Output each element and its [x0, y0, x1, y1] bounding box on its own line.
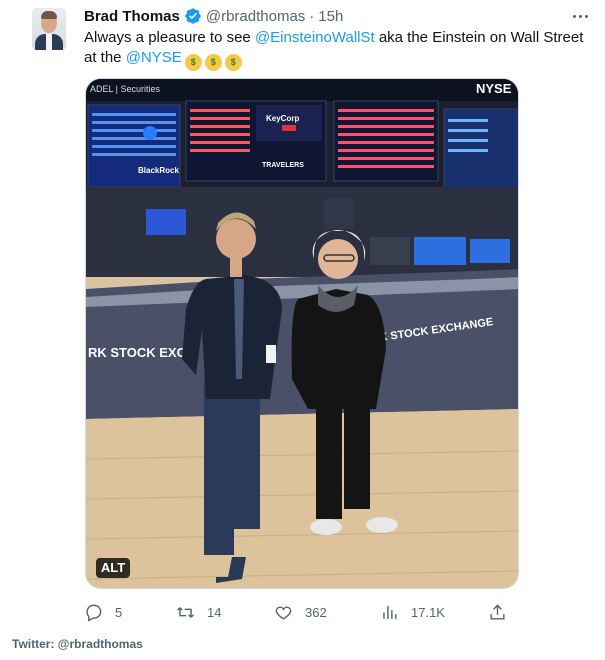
alt-text-badge[interactable]: ALT — [96, 558, 130, 578]
travelers-sign: TRAVELERS — [262, 162, 304, 169]
tweet-actions: 5 14 362 17.1K — [84, 600, 514, 624]
tweet: Brad Thomas @rbradthomas · 15h Always a … — [0, 0, 605, 628]
securities-sign: ADEL | Securities — [90, 84, 161, 94]
more-options-icon[interactable] — [570, 6, 590, 26]
image-credit: Twitter: @rbradthomas — [12, 637, 143, 651]
photo-nyse-floor: ADEL | Securities NYSE BlackRock KeyCorp… — [86, 79, 518, 588]
nyse-sign: NYSE — [476, 81, 512, 96]
views-bar-chart-icon — [383, 605, 397, 619]
verified-badge-icon — [185, 8, 201, 24]
separator-dot: · — [309, 7, 315, 25]
retweet-icon — [177, 606, 194, 618]
retweet-count: 14 — [207, 604, 222, 620]
tweet-text-prefix: Always a pleasure to see — [84, 29, 255, 46]
mention-nyse[interactable]: @NYSE — [126, 49, 182, 66]
share-button[interactable] — [488, 600, 507, 624]
like-button[interactable]: 362 — [274, 600, 327, 624]
exchange-sign-left: RK STOCK EXCH — [88, 345, 195, 360]
retweet-button[interactable]: 14 — [176, 600, 221, 624]
heart-icon — [275, 606, 292, 620]
money-mouth-face-icon: $ — [204, 54, 222, 71]
reply-icon — [86, 604, 102, 622]
avatar[interactable] — [32, 8, 66, 50]
money-mouth-face-icon: $ — [184, 54, 202, 71]
tweet-photo[interactable]: ADEL | Securities NYSE BlackRock KeyCorp… — [85, 78, 519, 589]
blackrock-sign: BlackRock — [138, 166, 179, 175]
tweet-header: Brad Thomas @rbradthomas · 15h — [84, 6, 343, 26]
mention-einsteinowallst[interactable]: @EinsteinoWallSt — [255, 29, 375, 46]
timestamp[interactable]: 15h — [318, 8, 343, 25]
reply-button[interactable]: 5 — [84, 600, 122, 624]
money-mouth-face-icon: $ — [224, 54, 242, 71]
reply-count: 5 — [115, 604, 123, 620]
tweet-text: Always a pleasure to see @EinsteinoWallS… — [84, 28, 594, 71]
author-handle[interactable]: @rbradthomas — [206, 8, 305, 25]
views-count: 17.1K — [411, 604, 445, 620]
keycorp-sign: KeyCorp — [266, 114, 299, 123]
author-name[interactable]: Brad Thomas — [84, 8, 180, 25]
like-count: 362 — [305, 604, 327, 620]
views-button[interactable]: 17.1K — [380, 600, 445, 624]
share-icon — [490, 603, 505, 620]
